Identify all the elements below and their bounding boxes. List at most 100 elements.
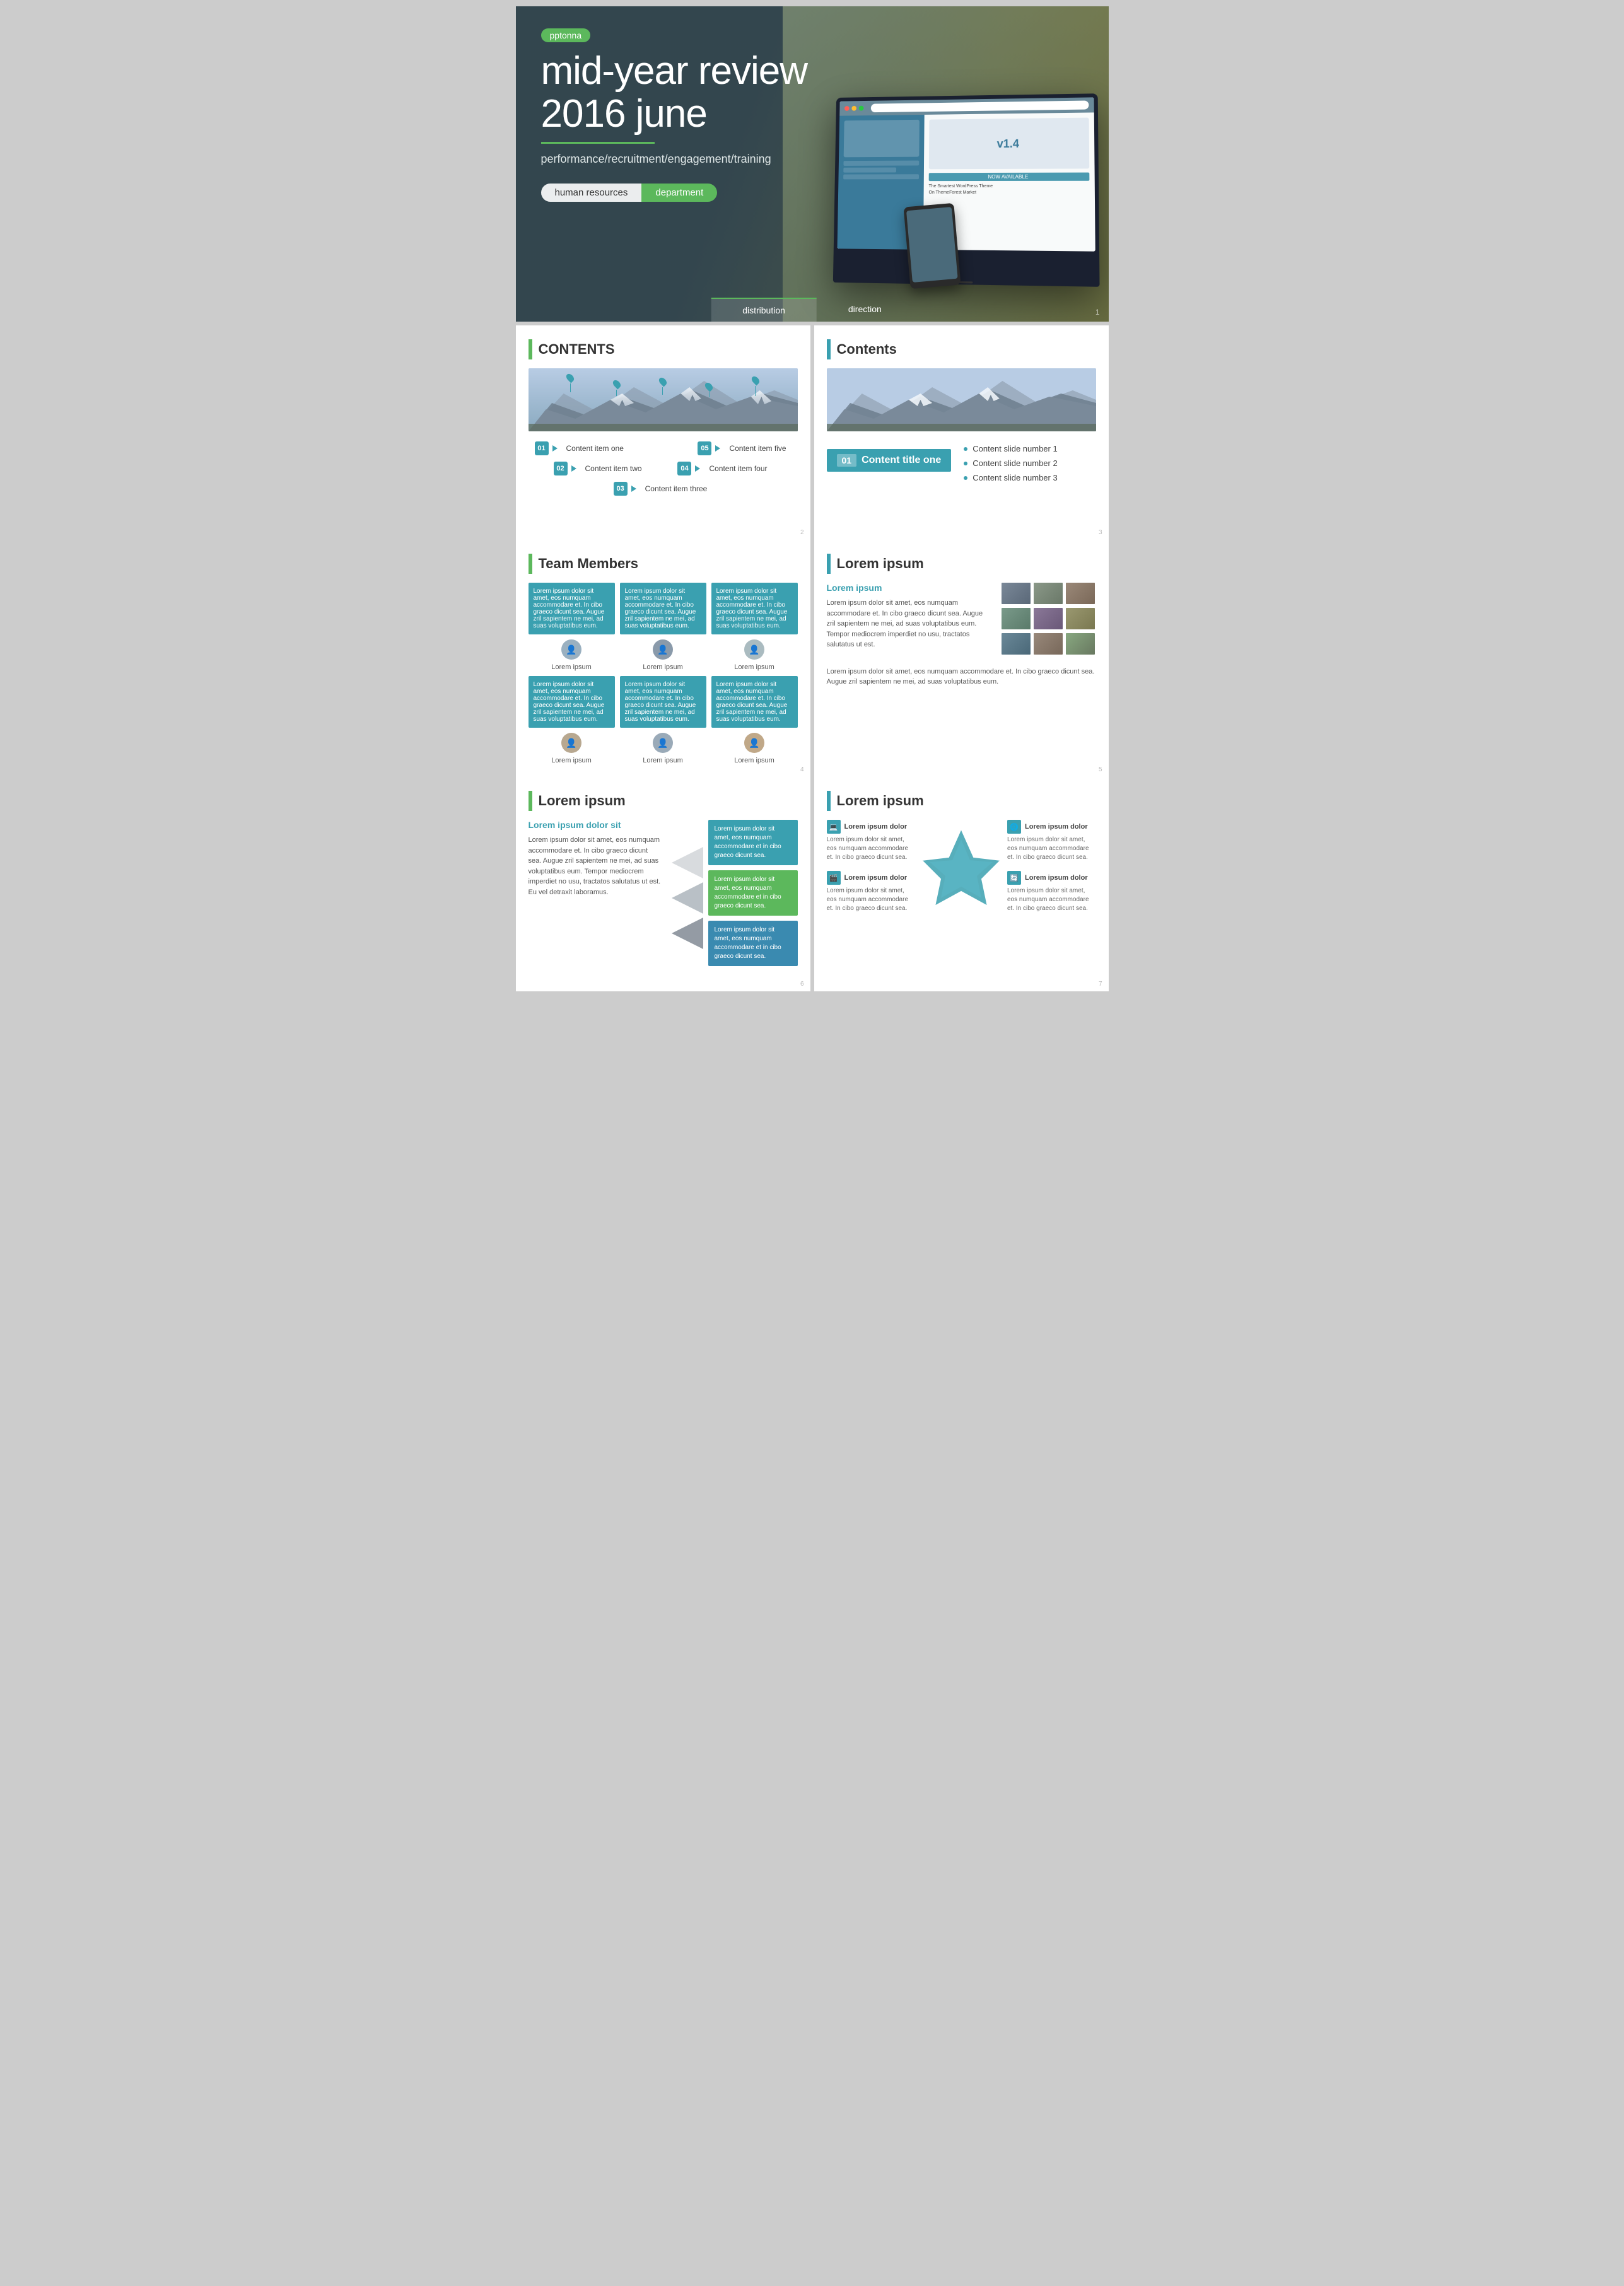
avatar-2: 👤 xyxy=(653,639,673,660)
arrow-left-2 xyxy=(672,882,703,914)
arrow-left-1 xyxy=(672,847,703,878)
lorem-footer: Lorem ipsum dolor sit amet, eos numquam … xyxy=(827,667,1096,687)
item-03: 03 Content item three xyxy=(614,482,713,496)
process-box-2: Lorem ipsum dolor sit amet, eos numquam … xyxy=(708,870,798,916)
bullet-3: Content slide number 3 xyxy=(964,470,1057,485)
slide-3b-title: Lorem ipsum xyxy=(837,556,924,572)
slides-row-2: CONTENTS xyxy=(516,325,1109,540)
item-tr-label: Lorem ipsum dolor xyxy=(1025,823,1088,831)
team-name-2: Lorem ipsum xyxy=(643,663,683,671)
team-card-2: Lorem ipsum dolor sit amet, eos numquam … xyxy=(620,583,706,634)
star-right-col: 🌐 Lorem ipsum dolor Lorem ipsum dolor si… xyxy=(1007,820,1096,913)
item-br-label: Lorem ipsum dolor xyxy=(1025,874,1088,882)
brand-tag: pptonna xyxy=(541,28,591,42)
page-num-3b: 5 xyxy=(1099,766,1102,773)
slide4a-section-title: Lorem ipsum dolor sit xyxy=(529,820,662,830)
lorem-text: Lorem ipsum Lorem ipsum dolor sit amet, … xyxy=(827,583,993,656)
avatar-4: 👤 xyxy=(561,733,581,753)
teal-bar-3b xyxy=(827,554,831,574)
photo-grid xyxy=(1002,583,1096,656)
dot-1 xyxy=(964,447,967,451)
slide-2b-header: Contents xyxy=(827,339,1096,359)
slide-4b-title: Lorem ipsum xyxy=(837,793,924,809)
icon-film: 🎬 xyxy=(827,871,841,885)
slide1-subtitle: performance/recruitment/engagement/train… xyxy=(541,153,1084,166)
dot-2 xyxy=(964,462,967,465)
star-item-tr: 🌐 Lorem ipsum dolor Lorem ipsum dolor si… xyxy=(1007,820,1096,862)
tab-direction[interactable]: direction xyxy=(817,298,913,322)
bullet-list: Content slide number 1 Content slide num… xyxy=(964,441,1057,485)
green-bar-3a xyxy=(529,554,532,574)
slide-4a-header: Lorem ipsum xyxy=(529,791,798,811)
num-03: 03 xyxy=(614,482,628,496)
photo-9 xyxy=(1066,633,1095,655)
star-layout: 💻 Lorem ipsum dolor Lorem ipsum dolor si… xyxy=(827,820,1096,913)
label-05: Content item five xyxy=(724,443,791,454)
slide1-content: pptonna mid-year review2016 june perform… xyxy=(516,6,1109,224)
team-member-4: Lorem ipsum dolor sit amet, eos numquam … xyxy=(529,676,615,764)
bullet-2: Content slide number 2 xyxy=(964,456,1057,470)
team-name-3: Lorem ipsum xyxy=(734,663,774,671)
slide1-divider xyxy=(541,142,655,144)
team-card-1: Lorem ipsum dolor sit amet, eos numquam … xyxy=(529,583,615,634)
mountain-visual-2a xyxy=(529,368,798,431)
slide-3b-header: Lorem ipsum xyxy=(827,554,1096,574)
tag-hr: human resources xyxy=(541,184,642,202)
arrow-05 xyxy=(715,445,720,452)
team-card-4: Lorem ipsum dolor sit amet, eos numquam … xyxy=(529,676,615,728)
team-member-6: Lorem ipsum dolor sit amet, eos numquam … xyxy=(711,676,798,764)
content-items-layout: 01 Content item one 05 Content item five… xyxy=(529,441,798,496)
avatar-6: 👤 xyxy=(744,733,764,753)
num-04: 04 xyxy=(677,462,691,475)
slide-3a: Team Members Lorem ipsum dolor sit amet,… xyxy=(516,540,810,777)
num-01: 01 xyxy=(535,441,549,455)
photo-1 xyxy=(1002,583,1031,604)
item-tr-text: Lorem ipsum dolor sit amet, eos numquam … xyxy=(1007,836,1096,862)
photo-8 xyxy=(1034,633,1063,655)
slide1-tabs: distribution direction xyxy=(711,298,913,322)
icon-refresh: 🔄 xyxy=(1007,871,1021,885)
label-04: Content item four xyxy=(704,463,772,474)
item-05: 05 Content item five xyxy=(698,441,791,455)
star-center xyxy=(920,825,1002,907)
page-number-1: 1 xyxy=(1095,308,1100,317)
slide-2a-header: CONTENTS xyxy=(529,339,798,359)
photo-2 xyxy=(1034,583,1063,604)
avatar-5: 👤 xyxy=(653,733,673,753)
item-tl-text: Lorem ipsum dolor sit amet, eos numquam … xyxy=(827,836,916,862)
slide1-tags: human resources department xyxy=(541,184,1084,202)
team-name-6: Lorem ipsum xyxy=(734,757,774,764)
process-boxes: Lorem ipsum dolor sit amet, eos numquam … xyxy=(708,820,798,966)
slides-row-3: Team Members Lorem ipsum dolor sit amet,… xyxy=(516,540,1109,777)
slide-2b-title: Contents xyxy=(837,341,897,358)
slide4a-content: Lorem ipsum dolor sit Lorem ipsum dolor … xyxy=(529,820,798,966)
photo-4 xyxy=(1002,608,1031,629)
green-bar xyxy=(529,339,532,359)
star-item-br-header: 🔄 Lorem ipsum dolor xyxy=(1007,871,1096,885)
item-04: 04 Content item four xyxy=(677,462,772,475)
star-left-col: 💻 Lorem ipsum dolor Lorem ipsum dolor si… xyxy=(827,820,916,913)
item-02: 02 Content item two xyxy=(554,462,647,475)
slide-1: v1.4 NOW AVAILABLE The Smartest WordPres… xyxy=(516,6,1109,322)
slide-3a-title: Team Members xyxy=(539,556,639,572)
icon-laptop: 💻 xyxy=(827,820,841,834)
page-num-4a: 6 xyxy=(800,981,804,988)
num-05: 05 xyxy=(698,441,711,455)
arrows-col xyxy=(672,820,703,966)
star-item-bl-header: 🎬 Lorem ipsum dolor xyxy=(827,871,916,885)
mountain-visual-2b xyxy=(827,368,1096,431)
slide4a-body: Lorem ipsum dolor sit amet, eos numquam … xyxy=(529,835,662,897)
team-member-1: Lorem ipsum dolor sit amet, eos numquam … xyxy=(529,583,615,671)
page-num-2b: 3 xyxy=(1099,529,1102,536)
slide-2b: Contents 01 Content title one xyxy=(814,325,1109,540)
slide4a-right: Lorem ipsum dolor sit amet, eos numquam … xyxy=(672,820,798,966)
page-num-3a: 4 xyxy=(800,766,804,773)
tab-distribution[interactable]: distribution xyxy=(711,298,817,322)
team-name-4: Lorem ipsum xyxy=(551,757,592,764)
label-03: Content item three xyxy=(640,483,713,494)
team-name-5: Lorem ipsum xyxy=(643,757,683,764)
team-card-6: Lorem ipsum dolor sit amet, eos numquam … xyxy=(711,676,798,728)
slide4a-left: Lorem ipsum dolor sit Lorem ipsum dolor … xyxy=(529,820,662,966)
slide2b-content: 01 Content title one Content slide numbe… xyxy=(827,441,1096,485)
avatar-3: 👤 xyxy=(744,639,764,660)
